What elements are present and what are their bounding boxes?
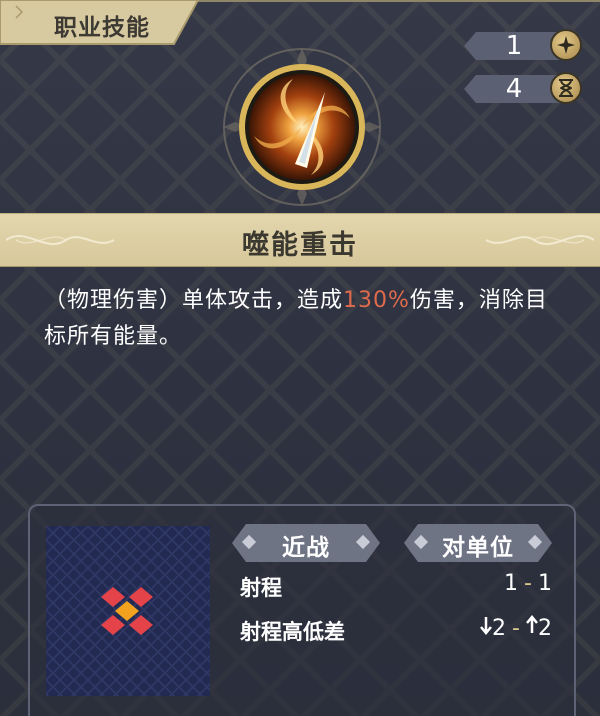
arrow-up-icon xyxy=(526,615,538,633)
target-tile xyxy=(115,601,139,621)
cooldown-counter: 4 xyxy=(464,72,582,105)
range-tile xyxy=(129,615,153,635)
range-min: 1 xyxy=(504,571,519,596)
height-down-value: 2 xyxy=(492,616,507,641)
cooldown-value: 4 xyxy=(505,74,523,104)
skill-name: 噬能重击 xyxy=(242,230,358,261)
target-type-tag: 对单位 xyxy=(404,524,552,562)
damage-percent: 130% xyxy=(343,288,410,313)
melee-tag-label: 近战 xyxy=(282,535,330,561)
target-type-label: 对单位 xyxy=(442,535,514,561)
title-tab: 职业技能 xyxy=(0,0,200,45)
energy-cost-counter: 1 xyxy=(464,29,582,62)
energy-cost-value: 1 xyxy=(505,31,523,61)
range-tile xyxy=(101,587,125,607)
skill-description: （物理伤害）单体攻击，造成130%伤害，消除目标所有能量。 xyxy=(44,283,564,355)
melee-tag: 近战 xyxy=(232,524,380,562)
range-separator: - xyxy=(524,571,532,596)
sparkle-icon xyxy=(550,29,582,61)
height-diff-label: 射程高低差 xyxy=(240,620,345,644)
description-text: （物理伤害）单体攻击，造成 xyxy=(44,288,344,313)
height-separator: - xyxy=(512,616,520,641)
height-up-value: 2 xyxy=(538,616,552,641)
range-tile xyxy=(101,615,125,635)
page-title: 职业技能 xyxy=(54,15,150,41)
skill-name-banner: 噬能重击 xyxy=(0,213,600,267)
height-diff-value: 2-2 xyxy=(480,615,552,641)
skill-detail-panel: 职业技能 1 4 噬能重击 （物理伤害）单体攻击，造成130%伤害，消除目标所有… xyxy=(0,0,600,716)
range-value: 1-1 xyxy=(504,571,552,596)
range-grid xyxy=(46,526,210,696)
range-pattern xyxy=(101,587,153,635)
range-tile xyxy=(129,587,153,607)
arrow-down-icon xyxy=(480,617,493,635)
range-label: 射程 xyxy=(240,576,282,600)
skill-icon xyxy=(223,48,381,206)
hourglass-icon xyxy=(550,72,582,104)
range-panel: 近战 对单位 射程 1-1 射程高低差 2-2 xyxy=(28,504,576,716)
skill-emblem xyxy=(221,46,383,208)
range-max: 1 xyxy=(538,571,552,596)
